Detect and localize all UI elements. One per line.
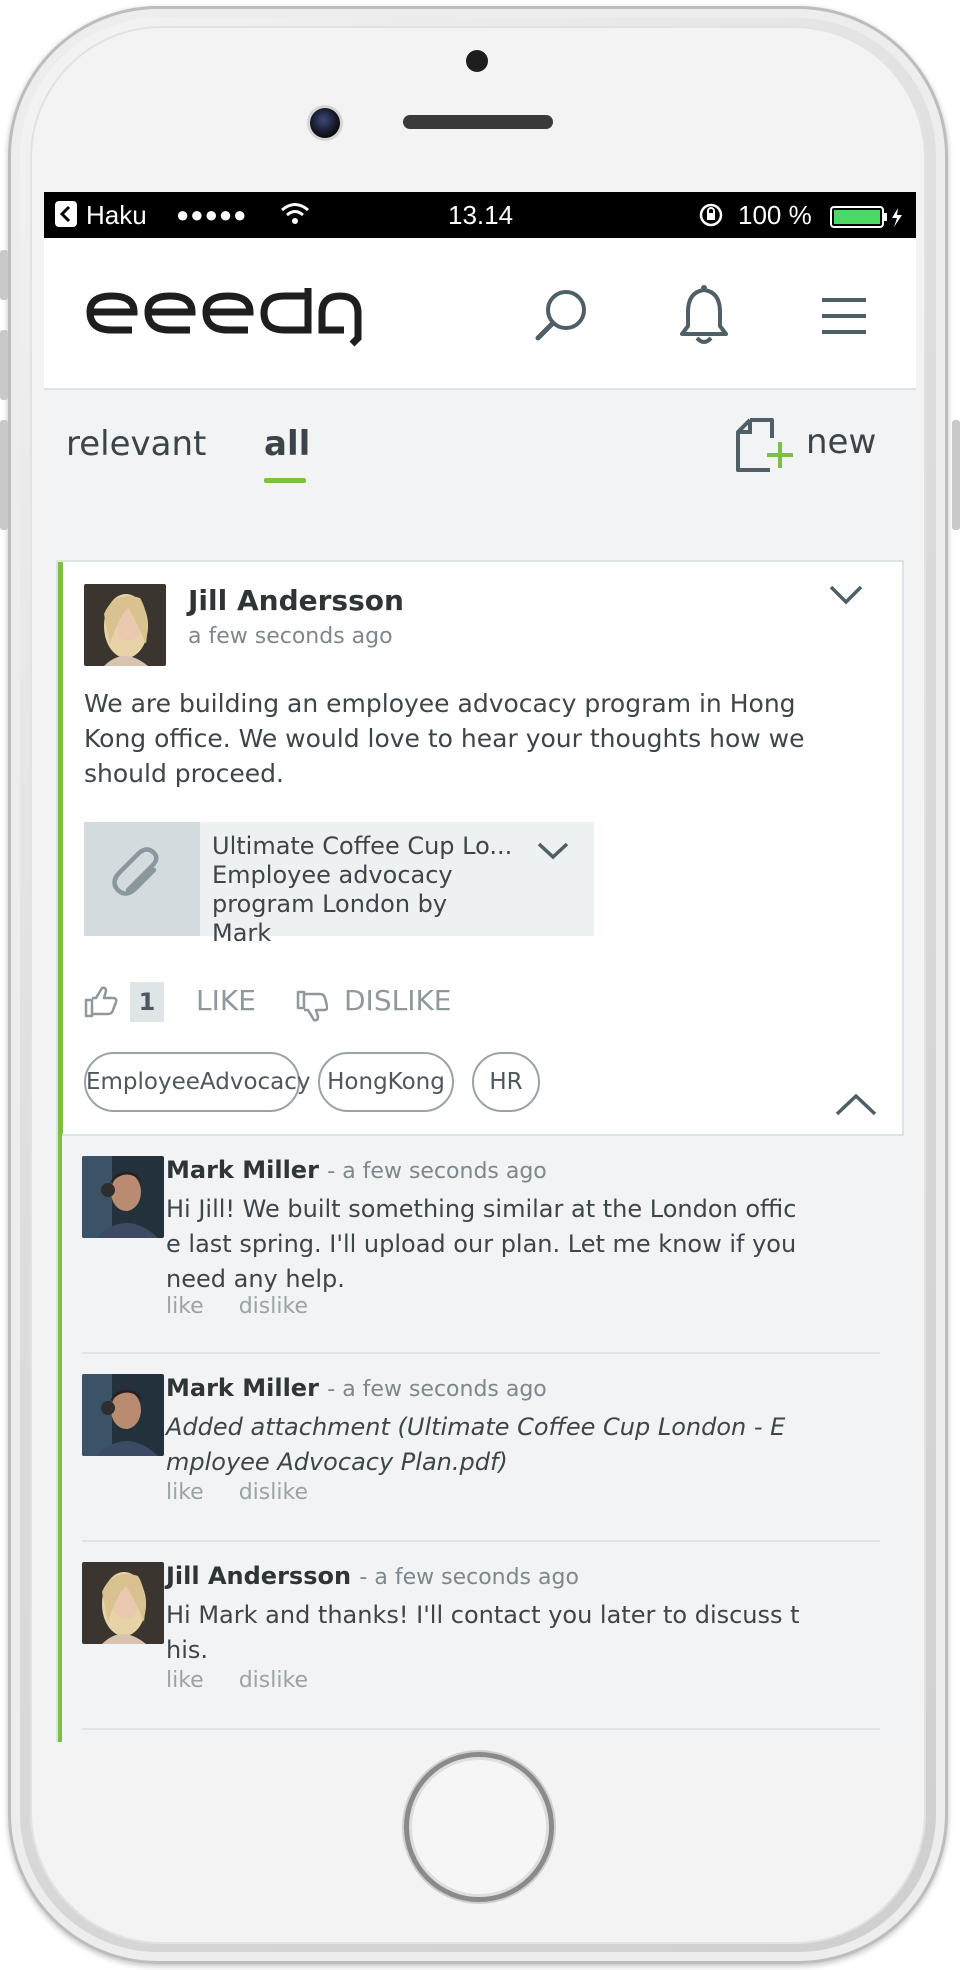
thumbs-up-icon: [84, 986, 118, 1025]
battery-percent: 100 %: [738, 200, 812, 230]
proximity-sensor: [466, 50, 488, 72]
comment-actions: like dislike: [166, 1668, 336, 1693]
attachment-subtitle: Employee advocacy program London by Mark: [212, 861, 453, 947]
avatar[interactable]: [82, 1156, 164, 1238]
power-button: [952, 420, 960, 530]
tag-hongkong[interactable]: HongKong: [318, 1052, 454, 1112]
avatar[interactable]: [82, 1562, 164, 1644]
logo-wordmark: eeedq: [82, 288, 362, 347]
collapse-comments-chevron-up-icon[interactable]: [834, 1092, 878, 1122]
comment-timestamp: a few seconds ago: [374, 1565, 579, 1590]
comment-item: Mark Miller - a few seconds ago Hi Jill!…: [62, 1136, 904, 1354]
comment-dislike-link[interactable]: dislike: [239, 1668, 308, 1693]
post-timestamp: a few seconds ago: [188, 624, 393, 649]
tag-hr[interactable]: HR: [472, 1052, 540, 1112]
eeedq-logo[interactable]: eeedq: [82, 288, 362, 354]
comment-like-link[interactable]: like: [166, 1480, 204, 1505]
dislike-label: DISLIKE: [344, 984, 452, 1017]
attachment-text: Ultimate Coffee Cup Lo... Employee advoc…: [212, 832, 512, 948]
like-label: LIKE: [196, 984, 256, 1017]
avatar-jill-image: [84, 584, 166, 666]
clock: 13.14: [448, 200, 514, 230]
comment-text: Hi Jill! We built something similar at t…: [166, 1195, 797, 1293]
comment-actions: like dislike: [166, 1294, 336, 1319]
comment-timestamp: a few seconds ago: [342, 1377, 547, 1402]
comment-author[interactable]: Mark Miller: [166, 1156, 319, 1184]
mute-switch: [0, 250, 8, 300]
comment-text: Added attachment (Ultimate Coffee Cup Lo…: [166, 1413, 786, 1476]
bell-icon[interactable]: [674, 284, 734, 352]
logo-text: eeedq: [82, 288, 85, 289]
comment-dislike-link[interactable]: dislike: [239, 1294, 308, 1319]
app-header: eeedq: [44, 238, 916, 390]
attachment-card[interactable]: Ultimate Coffee Cup Lo... Employee advoc…: [84, 822, 594, 947]
wifi-icon: [280, 202, 310, 232]
volume-up-button: [0, 330, 8, 400]
comment-author[interactable]: Jill Andersson: [166, 1562, 351, 1590]
comment-text: Hi Mark and thanks! I'll contact you lat…: [166, 1601, 800, 1664]
post-author[interactable]: Jill Andersson: [188, 584, 404, 617]
comment-author-line: Mark Miller - a few seconds ago: [166, 1156, 547, 1184]
comment-divider: [82, 1728, 880, 1730]
comment-author[interactable]: Mark Miller: [166, 1374, 319, 1402]
new-post-label: new: [806, 422, 877, 462]
dislike-button[interactable]: DISLIKE: [296, 982, 466, 1026]
attachment-chevron-down-icon[interactable]: [536, 840, 570, 866]
attachment-icon-box: [84, 822, 200, 936]
volume-down-button: [0, 420, 8, 530]
status-bar: Haku ●●●●● 13.14 100 %: [44, 192, 916, 238]
active-tab-indicator: [264, 478, 306, 483]
attachment-title: Ultimate Coffee Cup Lo...: [212, 832, 513, 860]
new-post-icon: [734, 416, 796, 478]
comment-dislike-link[interactable]: dislike: [239, 1480, 308, 1505]
filter-bar: relevant all new: [44, 390, 916, 502]
tag-employeeadvocacy[interactable]: EmployeeAdvocacy: [84, 1052, 311, 1112]
battery-icon: [830, 204, 906, 234]
avatar[interactable]: [82, 1374, 164, 1456]
comment-item: Mark Miller - a few seconds ago Added at…: [62, 1354, 904, 1542]
paperclip-icon: [112, 847, 159, 896]
orientation-lock-icon: [698, 202, 724, 234]
post-card: Jill Andersson a few seconds ago We are …: [56, 560, 904, 1742]
home-button[interactable]: [404, 1752, 554, 1902]
like-count-badge: 1: [130, 982, 164, 1022]
comment-like-link[interactable]: like: [166, 1668, 204, 1693]
comment-item: Jill Andersson - a few seconds ago Hi Ma…: [62, 1542, 904, 1742]
like-button[interactable]: 1 LIKE: [84, 982, 256, 1026]
avatar-jill-image: [82, 1562, 164, 1644]
avatar[interactable]: [84, 584, 166, 666]
earpiece-speaker: [403, 115, 553, 129]
tab-all[interactable]: all: [264, 424, 310, 464]
avatar-mark-image: [82, 1156, 164, 1238]
app-screen: Haku ●●●●● 13.14 100 % eeedq relevant al…: [44, 192, 916, 1742]
new-post-button[interactable]: new: [734, 416, 904, 476]
post-menu-chevron-down-icon[interactable]: [828, 584, 864, 610]
tab-relevant[interactable]: relevant: [66, 424, 206, 464]
comment-timestamp: a few seconds ago: [342, 1159, 547, 1184]
post-body: We are building an employee advocacy pro…: [84, 689, 805, 788]
comment-author-line: Jill Andersson - a few seconds ago: [166, 1562, 579, 1590]
signal-strength: ●●●●●: [176, 202, 248, 227]
front-camera: [310, 108, 340, 138]
comment-author-line: Mark Miller - a few seconds ago: [166, 1374, 547, 1402]
search-icon[interactable]: [532, 286, 592, 350]
comments-section: Mark Miller - a few seconds ago Hi Jill!…: [62, 1134, 904, 1742]
comment-actions: like dislike: [166, 1480, 336, 1505]
menu-icon[interactable]: [820, 296, 868, 342]
back-to-app-icon[interactable]: [54, 200, 78, 234]
avatar-mark-image: [82, 1374, 164, 1456]
thumbs-down-icon: [296, 990, 329, 1029]
back-app-label[interactable]: Haku: [86, 200, 147, 230]
comment-like-link[interactable]: like: [166, 1294, 204, 1319]
